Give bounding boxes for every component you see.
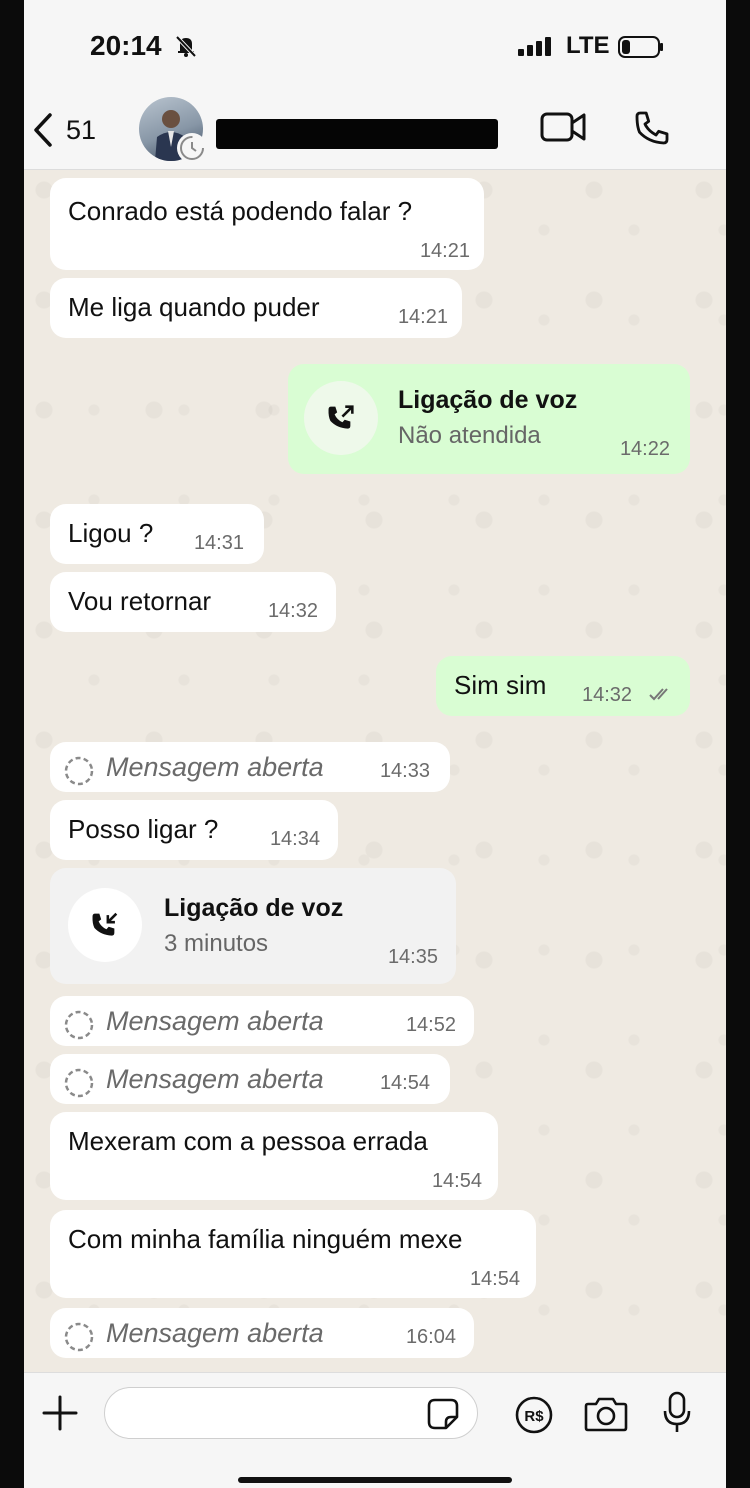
view-once-message[interactable]: Mensagem aberta 14:54	[50, 1054, 450, 1104]
incoming-call-icon	[92, 912, 118, 936]
message-input[interactable]	[104, 1387, 478, 1439]
view-once-message[interactable]: Mensagem aberta 14:33	[50, 742, 450, 792]
microphone-icon	[663, 1391, 691, 1432]
view-once-message[interactable]: Mensagem aberta 14:52	[50, 996, 474, 1046]
unread-count: 51	[66, 114, 97, 145]
view-once-icon	[64, 756, 94, 786]
input-bar: R$	[24, 1372, 726, 1488]
message-text: Com minha família ninguém mexe	[68, 1224, 463, 1254]
signal-icon	[518, 37, 551, 56]
view-once-text: Mensagem aberta	[106, 752, 324, 782]
message-time: 14:32	[267, 600, 318, 622]
view-once-icon	[64, 1010, 94, 1040]
message-time: 14:31	[193, 532, 244, 554]
incoming-message[interactable]: Posso ligar ? 14:34	[50, 800, 338, 860]
video-camera-icon	[540, 112, 586, 142]
voice-call-button[interactable]	[632, 108, 672, 153]
payment-button[interactable]: R$	[514, 1395, 554, 1440]
microphone-button[interactable]	[662, 1391, 692, 1440]
incoming-message[interactable]: Mexeram com a pessoa errada 14:54	[50, 1112, 498, 1200]
chevron-left-icon	[34, 113, 52, 147]
call-duration: 3 minutos	[164, 930, 269, 957]
outgoing-call-icon	[328, 405, 354, 429]
sticker-button[interactable]	[426, 1397, 460, 1436]
message-time: 14:54	[379, 1072, 430, 1094]
message-text: Posso ligar ?	[68, 814, 219, 844]
call-status: Não atendida	[398, 422, 541, 449]
incoming-message[interactable]: Me liga quando puder 14:21	[50, 278, 462, 338]
status-bar: 20:14 LTE	[24, 0, 726, 92]
message-text: Vou retornar	[68, 586, 212, 616]
camera-button[interactable]	[584, 1395, 628, 1438]
status-time: 20:14	[90, 30, 162, 61]
chat-header: 51	[24, 92, 726, 170]
outgoing-call-bubble[interactable]: Ligação de voz Não atendida 14:22	[288, 364, 690, 474]
attach-button[interactable]	[40, 1393, 80, 1438]
view-once-icon	[64, 1322, 94, 1352]
phone-screen: 20:14 LTE 51 Conrado está podendo falar …	[24, 0, 726, 1488]
message-text: Ligou ?	[68, 518, 154, 548]
message-text: Me liga quando puder	[68, 292, 320, 322]
bell-off-icon	[175, 35, 197, 58]
incoming-message[interactable]: Com minha família ninguém mexe 14:54	[50, 1210, 536, 1298]
contact-name-redacted[interactable]	[216, 119, 498, 149]
double-check-icon	[649, 688, 668, 701]
message-text: Conrado está podendo falar ?	[68, 196, 413, 226]
phone-icon	[635, 111, 669, 145]
message-time: 14:21	[419, 240, 470, 262]
message-time: 14:54	[431, 1170, 482, 1192]
incoming-call-bubble[interactable]: Ligação de voz 3 minutos 14:35	[50, 868, 456, 984]
message-time: 14:52	[405, 1014, 456, 1036]
message-time: 14:35	[387, 946, 438, 968]
payment-icon: R$	[515, 1396, 553, 1434]
incoming-message[interactable]: Conrado está podendo falar ? 14:21	[50, 178, 484, 270]
video-call-button[interactable]	[540, 110, 588, 149]
view-once-message[interactable]: Mensagem aberta 16:04	[50, 1308, 474, 1358]
sticker-icon	[427, 1398, 459, 1430]
call-title: Ligação de voz	[164, 894, 344, 922]
message-time: 14:21	[397, 306, 448, 328]
view-once-text: Mensagem aberta	[106, 1318, 324, 1348]
message-time: 14:34	[269, 828, 320, 850]
call-icon-circle	[304, 381, 378, 455]
message-time: 14:54	[469, 1268, 520, 1290]
view-once-text: Mensagem aberta	[106, 1006, 324, 1036]
message-time: 14:33	[379, 760, 430, 782]
message-time: 16:04	[405, 1326, 456, 1348]
call-icon-circle	[68, 888, 142, 962]
message-text: Sim sim	[454, 670, 547, 700]
call-title: Ligação de voz	[398, 386, 578, 414]
message-time: 14:32	[582, 684, 633, 706]
battery-icon	[618, 36, 663, 58]
camera-icon	[584, 1397, 628, 1432]
network-label: LTE	[566, 32, 610, 59]
outgoing-message[interactable]: Sim sim 14:32	[436, 656, 690, 716]
back-button[interactable]: 51	[32, 106, 118, 154]
home-indicator	[238, 1477, 512, 1483]
view-once-icon	[64, 1068, 94, 1098]
payment-label: R$	[524, 1408, 544, 1425]
incoming-message[interactable]: Ligou ? 14:31	[50, 504, 264, 564]
status-ring-icon	[177, 133, 207, 163]
view-once-text: Mensagem aberta	[106, 1064, 324, 1094]
plus-icon	[42, 1395, 78, 1431]
message-text: Mexeram com a pessoa errada	[68, 1126, 428, 1156]
incoming-message[interactable]: Vou retornar 14:32	[50, 572, 336, 632]
chat-messages-area[interactable]: Conrado está podendo falar ? 14:21 Me li…	[24, 170, 726, 1372]
message-time: 14:22	[619, 438, 670, 460]
